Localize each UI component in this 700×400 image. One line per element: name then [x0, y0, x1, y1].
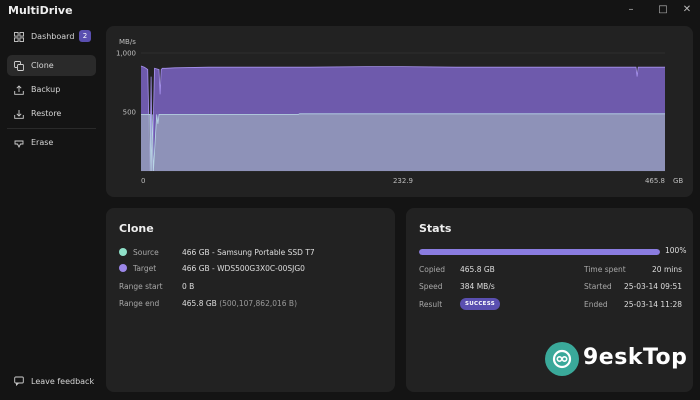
title-bar: MultiDrive – □ ✕ — [0, 0, 700, 22]
watermark-logo-icon — [545, 342, 579, 376]
y-tick-label: 1,000 — [116, 50, 136, 58]
sidebar-item-erase[interactable]: Erase — [7, 132, 96, 153]
speed-value: 384 MB/s — [460, 282, 495, 291]
started-label: Started — [584, 282, 612, 291]
grid-icon — [13, 31, 24, 42]
speed-chart: MB/s 1,000 500 0 232.9 465.8 GB — [116, 38, 683, 185]
upload-tray-icon — [13, 84, 24, 95]
range-start-label: Range start — [119, 281, 163, 291]
x-tick-label: 465.8 — [645, 177, 665, 185]
sidebar-item-label: Dashboard — [31, 32, 75, 41]
source-value: 466 GB - Samsung Portable SSD T7 — [182, 247, 315, 257]
range-end-bytes: (500,107,862,016 B) — [219, 298, 297, 308]
range-end-row: Range end 465.8 GB (500,107,862,016 B) — [119, 296, 297, 310]
sidebar-item-label: Erase — [31, 138, 54, 147]
ended-value: 25-03-14 11:28 — [623, 300, 682, 309]
eraser-icon — [13, 137, 24, 148]
chart-x-ticks: 0 232.9 465.8 GB — [141, 177, 683, 185]
source-row: Source 466 GB - Samsung Portable SSD T7 — [119, 245, 315, 259]
target-legend-dot — [119, 264, 127, 272]
speed-label: Speed — [419, 282, 443, 291]
notification-badge: 2 — [79, 30, 91, 42]
range-start-row: Range start 0 B — [119, 279, 194, 293]
progress-bar — [419, 249, 660, 255]
close-icon: ✕ — [682, 4, 692, 15]
copy-icon — [13, 60, 24, 71]
chart-unit-label: MB/s — [119, 38, 136, 46]
progress-bar-fill — [419, 249, 660, 255]
copied-value: 465.8 GB — [460, 265, 495, 274]
clone-panel: Clone Source 466 GB - Samsung Portable S… — [106, 208, 395, 392]
stats-panel-title: Stats — [419, 222, 452, 235]
copied-label: Copied — [419, 265, 446, 274]
target-row: Target 466 GB - WDS500G3X0C-00SJG0 — [119, 261, 305, 275]
minimize-button[interactable]: – — [622, 3, 640, 17]
minimize-icon: – — [628, 4, 634, 15]
sidebar-divider — [7, 128, 96, 129]
sidebar-item-label: Clone — [31, 61, 54, 70]
watermark: 9eskTop — [545, 340, 695, 380]
sidebar-item-clone[interactable]: Clone — [7, 55, 96, 76]
chart-areas — [140, 65, 665, 172]
x-unit-label: GB — [673, 177, 683, 185]
watermark-text: 9eskTop — [583, 345, 688, 370]
progress-percent: 100% — [665, 246, 687, 255]
close-button[interactable]: ✕ — [678, 3, 696, 17]
sidebar-item-dashboard[interactable]: Dashboard 2 — [7, 26, 96, 47]
x-tick-label: 0 — [141, 177, 145, 185]
app-title: MultiDrive — [8, 4, 73, 17]
leave-feedback-button[interactable]: Leave feedback — [7, 372, 94, 390]
feedback-label: Leave feedback — [31, 376, 95, 386]
range-end-value-group: 465.8 GB (500,107,862,016 B) — [182, 299, 297, 308]
started-value: 25-03-14 09:51 — [623, 282, 682, 291]
sidebar: Dashboard 2 Clone Backup Restore Erase L… — [0, 22, 100, 400]
result-label: Result — [419, 300, 443, 309]
range-start-value: 0 B — [182, 281, 195, 291]
sidebar-item-backup[interactable]: Backup — [7, 79, 96, 100]
sidebar-item-label: Backup — [31, 85, 61, 94]
source-speed-area — [141, 113, 665, 171]
clone-panel-title: Clone — [119, 222, 154, 235]
result-status-badge: SUCCESS — [460, 298, 500, 310]
range-end-value: 465.8 GB — [182, 298, 217, 308]
source-legend-dot — [119, 248, 127, 256]
ended-label: Ended — [584, 300, 608, 309]
target-label: Target — [133, 263, 157, 273]
speed-chart-panel: MB/s 1,000 500 0 232.9 465.8 GB — [106, 26, 693, 197]
time-spent-value: 20 mins — [652, 265, 682, 274]
x-tick-label: 232.9 — [393, 177, 413, 185]
maximize-icon: □ — [658, 4, 668, 15]
range-end-label: Range end — [119, 298, 160, 308]
maximize-button[interactable]: □ — [654, 3, 672, 17]
download-tray-icon — [13, 108, 24, 119]
source-label: Source — [133, 247, 159, 257]
y-tick-label: 500 — [123, 109, 136, 117]
time-spent-label: Time spent — [584, 265, 626, 274]
feedback-icon — [13, 376, 24, 387]
sidebar-item-restore[interactable]: Restore — [7, 103, 96, 124]
chart-y-ticks: 1,000 500 — [116, 50, 136, 117]
sidebar-item-label: Restore — [31, 109, 62, 118]
target-value: 466 GB - WDS500G3X0C-00SJG0 — [182, 263, 305, 273]
